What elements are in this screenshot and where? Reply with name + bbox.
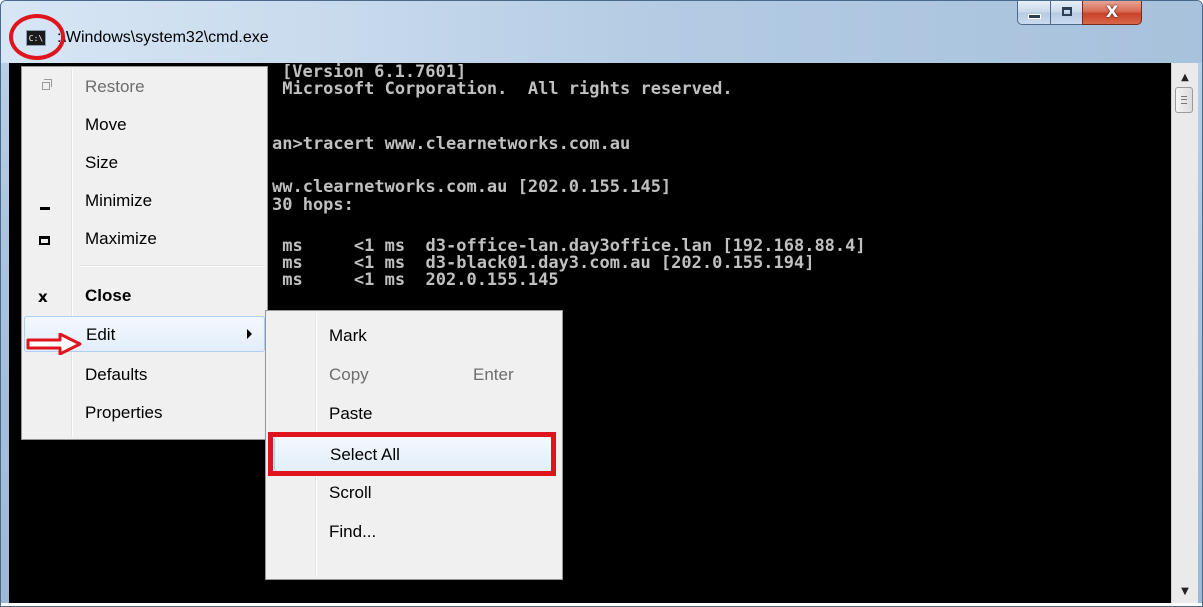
console-line: ms <1 ms d3-black01.day3.com.au [202.0.1… (272, 253, 815, 273)
select-all-highlight-box (268, 432, 556, 476)
maximize-button[interactable] (1050, 1, 1083, 25)
minimize-button[interactable] (1017, 1, 1051, 25)
close-button[interactable]: X (1082, 1, 1142, 25)
window-title: :\Windows\system32\cmd.exe (57, 29, 269, 46)
menu-item-paste[interactable]: Paste (268, 396, 560, 432)
vertical-scrollbar[interactable]: ▲ ▼ (1171, 63, 1198, 603)
red-arrow-annotation-icon (26, 333, 82, 355)
menu-item-copy[interactable]: Copy Enter (268, 357, 560, 393)
submenu-arrow-icon (247, 329, 252, 339)
console-line: ms <1 ms d3-office-lan.day3office.lan [1… (272, 236, 866, 256)
console-line: Microsoft Corporation. All rights reserv… (272, 79, 733, 99)
menu-item-label: Mark (329, 326, 367, 345)
console-line: ww.clearnetworks.com.au [202.0.155.145] (272, 177, 672, 197)
console-line: ms <1 ms 202.0.155.145 (272, 270, 559, 290)
close-icon: X (1105, 2, 1119, 21)
menu-item-label: Find... (329, 522, 377, 541)
menu-item-defaults[interactable]: Defaults (24, 357, 265, 393)
menu-item-label: Paste (329, 404, 373, 423)
menu-item-label: Size (85, 153, 119, 172)
menu-item-label: Edit (86, 325, 116, 344)
menu-item-label: Maximize (85, 229, 157, 248)
scroll-up-arrow-icon[interactable]: ▲ (1172, 67, 1198, 89)
console-line: [Version 6.1.7601] (282, 62, 467, 82)
maximize-icon (39, 236, 50, 245)
menu-item-label: Copy (329, 365, 369, 384)
menu-item-find[interactable]: Find... (268, 514, 560, 550)
scroll-thumb[interactable] (1175, 87, 1193, 113)
console-line: 30 hops: (272, 195, 354, 215)
menu-item-properties[interactable]: Properties (24, 395, 265, 431)
menu-separator (80, 265, 264, 267)
restore-icon (42, 79, 52, 90)
menu-item-close[interactable]: x Close (24, 278, 265, 314)
menu-item-scroll[interactable]: Scroll (268, 475, 560, 511)
menu-item-accelerator: Enter (473, 365, 514, 384)
menu-item-label: Properties (85, 403, 163, 422)
menu-item-label: Scroll (329, 483, 372, 502)
minimize-icon (1029, 15, 1040, 18)
menu-item-mark[interactable]: Mark (268, 318, 560, 354)
menu-item-label: Defaults (85, 365, 148, 384)
grip-icon (1181, 96, 1187, 104)
system-menu: Restore Move Size Minimize Maximize x Cl… (21, 66, 268, 440)
scroll-down-arrow-icon[interactable]: ▼ (1172, 581, 1198, 603)
menu-item-maximize[interactable]: Maximize (24, 221, 265, 257)
menu-item-label: Minimize (85, 191, 153, 210)
menu-item-minimize[interactable]: Minimize (24, 183, 265, 219)
menu-item-label: Move (85, 115, 127, 134)
minimize-icon (40, 207, 50, 210)
menu-item-move[interactable]: Move (24, 107, 265, 143)
menu-item-size[interactable]: Size (24, 145, 265, 181)
maximize-icon (1062, 7, 1072, 16)
menu-item-restore[interactable]: Restore (24, 69, 265, 105)
menu-item-label: Restore (85, 77, 145, 96)
menu-item-label: Close (85, 286, 132, 305)
window-bottom-border (1, 603, 1202, 606)
icon-highlight-circle (9, 14, 65, 60)
close-icon: x (38, 288, 48, 306)
console-line: an>tracert www.clearnetworks.com.au (272, 134, 631, 154)
